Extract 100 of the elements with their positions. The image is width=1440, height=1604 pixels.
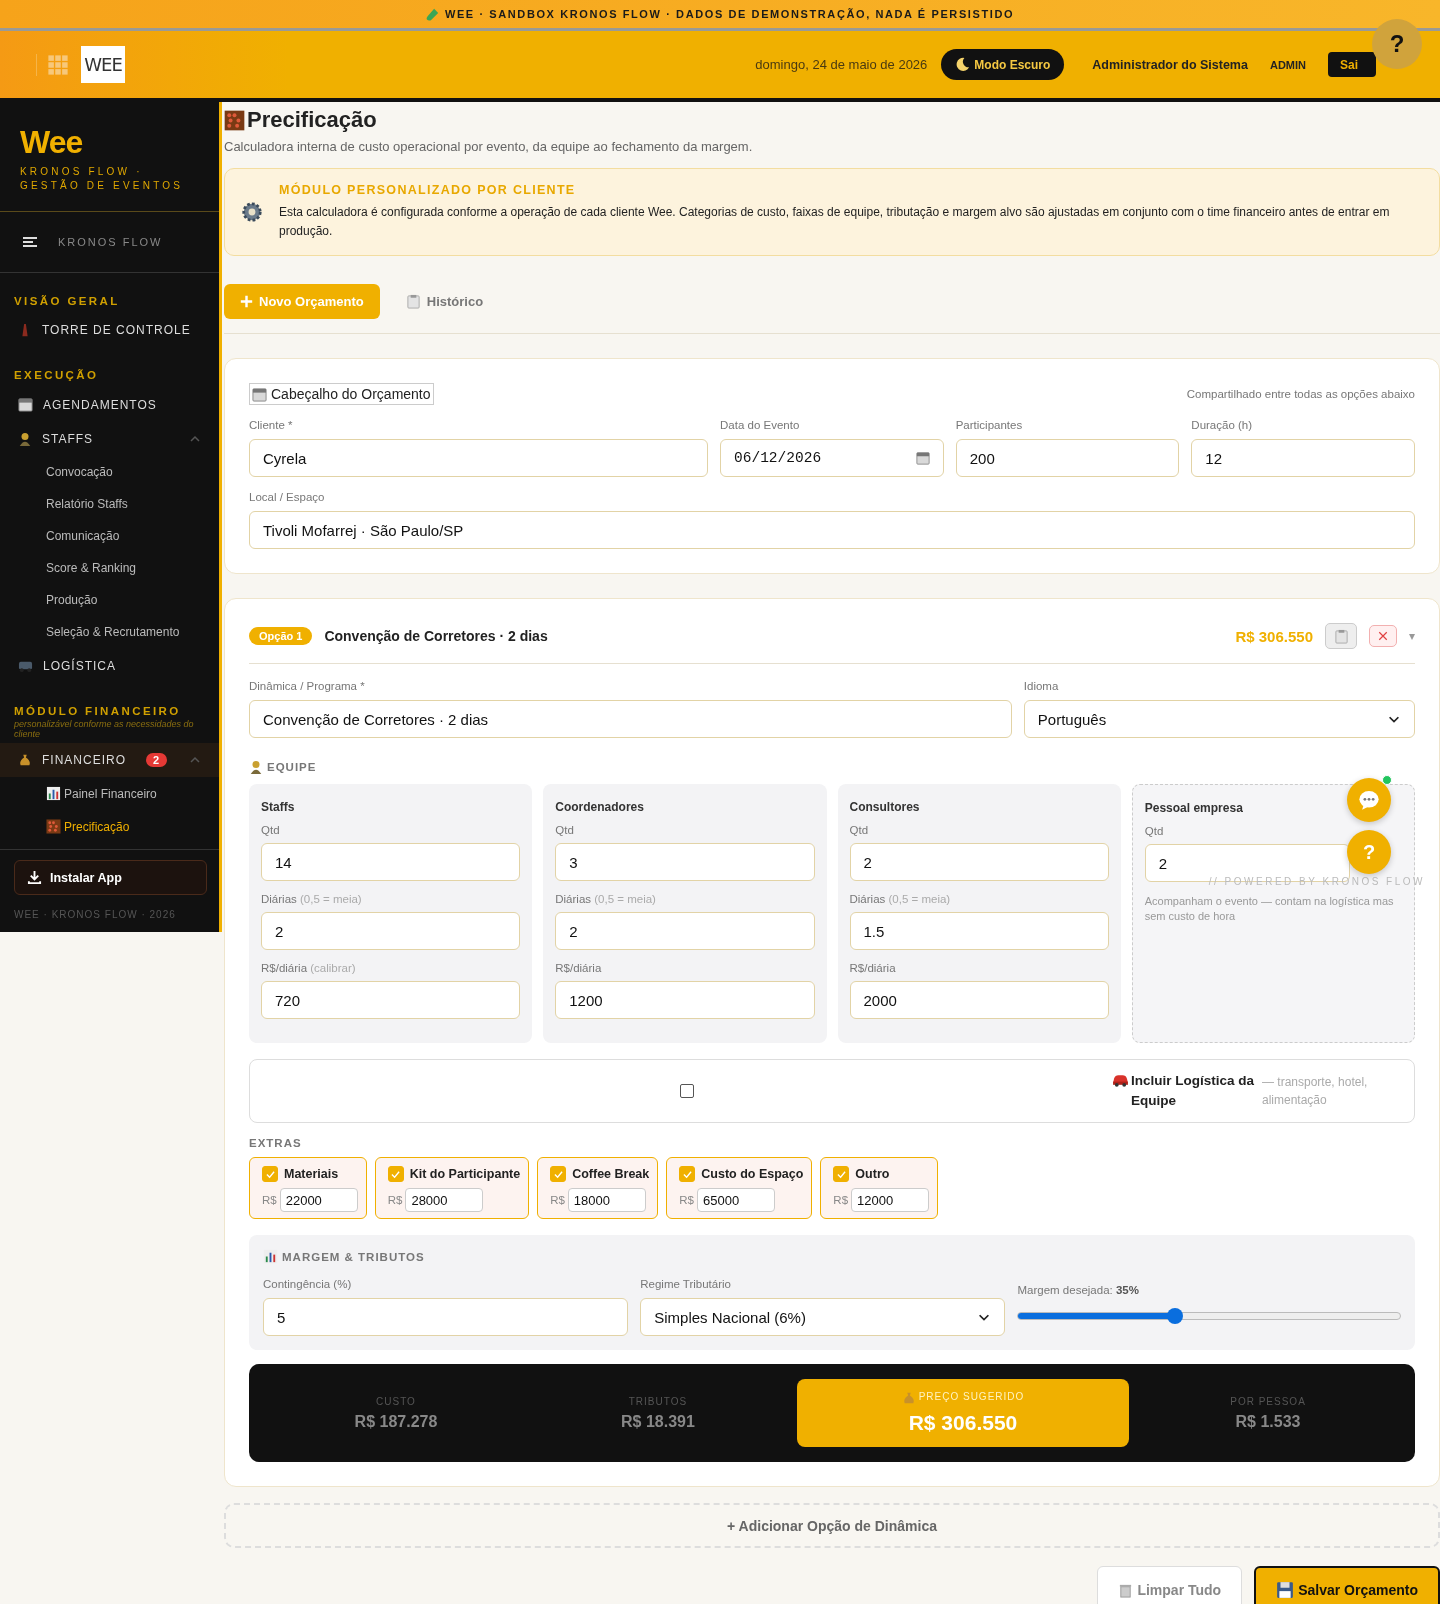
- clear-button[interactable]: Limpar Tudo: [1097, 1566, 1243, 1604]
- extra-label: Outro: [855, 1167, 890, 1181]
- tab[interactable]: Histórico: [389, 284, 500, 319]
- role-name: Staffs: [261, 800, 296, 814]
- number-field[interactable]: 720: [261, 981, 521, 1019]
- number-field[interactable]: 2000: [849, 981, 1109, 1019]
- remove-button[interactable]: [1369, 625, 1397, 647]
- nav-item[interactable]: AGENDAMENTOS: [0, 387, 219, 422]
- field-label: Qtd: [849, 824, 870, 836]
- currency-label: R$: [550, 1194, 565, 1206]
- test-tube-icon: [425, 7, 439, 21]
- extra-label: Kit do Participante: [409, 1167, 521, 1181]
- number-field[interactable]: 2: [261, 912, 521, 950]
- text-field[interactable]: 200: [955, 439, 1180, 477]
- tax-regime-select[interactable]: Simples Nacional (6%): [640, 1298, 1006, 1336]
- slider-thumb[interactable]: [1166, 1308, 1183, 1324]
- text-field[interactable]: Cyrela: [249, 439, 709, 477]
- field-label: Diárias (0,5 = meia): [261, 893, 363, 905]
- dark-mode-button[interactable]: Modo Escuro: [941, 49, 1065, 80]
- section-title: MARGEM & TRIBUTOS: [282, 1250, 425, 1263]
- date-field[interactable]: 06/12/2026: [720, 439, 944, 477]
- subnav-item[interactable]: Convocação: [0, 456, 219, 488]
- duplicate-button[interactable]: [1325, 623, 1357, 649]
- clipboard-icon: [1333, 628, 1349, 644]
- logout-button[interactable]: Sai: [1328, 52, 1376, 77]
- gear-icon: [241, 201, 263, 223]
- add-option-button[interactable]: + Adicionar Opção de Dinâmica: [224, 1503, 1440, 1548]
- subnav-item[interactable]: Score & Ranking: [0, 552, 219, 584]
- summary-label: POR PESSOA: [1230, 1395, 1306, 1407]
- worker-icon: [18, 432, 32, 446]
- section-heading: EXECUÇÃO: [13, 368, 100, 383]
- subnav-item[interactable]: Comunicação: [0, 520, 219, 552]
- subnav-item[interactable]: Relatório Staffs: [0, 488, 219, 520]
- subnav-item[interactable]: Produção: [0, 584, 219, 616]
- download-icon: [27, 870, 42, 885]
- nav-item[interactable]: TORRE DE CONTROLE: [0, 313, 219, 347]
- logo[interactable]: WEE: [81, 46, 125, 83]
- menu-label: KRONOS FLOW: [58, 236, 163, 248]
- field-label: Data do Evento: [720, 419, 801, 431]
- calendar-icon: [252, 386, 267, 402]
- extra-label: Coffee Break: [572, 1167, 650, 1181]
- amount-field[interactable]: 12000: [851, 1188, 930, 1212]
- sidebar-footer: WEE · KRONOS FLOW · 2026: [0, 895, 219, 920]
- summary-value: R$ 18.391: [620, 1412, 696, 1431]
- checkbox[interactable]: [679, 1166, 696, 1182]
- currency-label: R$: [679, 1194, 694, 1206]
- number-field[interactable]: 1.5: [849, 912, 1109, 950]
- check-icon: [836, 1169, 846, 1179]
- amount-field[interactable]: 65000: [696, 1188, 775, 1212]
- text-field[interactable]: Tivoli Mofarrej · São Paulo/SP: [249, 511, 1415, 549]
- page-subtitle: Calculadora interna de custo operacional por evento, da equipe ao fechamento da margem.: [224, 139, 754, 154]
- section-subtitle: personalizável conforme as necessidades do cliente: [13, 719, 195, 741]
- amount-field[interactable]: 22000: [279, 1188, 358, 1212]
- currency-label: R$: [387, 1194, 403, 1206]
- number-field[interactable]: 14: [261, 843, 521, 881]
- nav-item[interactable]: STAFFS: [0, 422, 219, 456]
- check-icon: [265, 1169, 275, 1179]
- page-title: Precificação: [247, 107, 377, 133]
- checkbox[interactable]: [387, 1166, 404, 1182]
- amount-field[interactable]: 28000: [405, 1188, 484, 1212]
- nav-label: STAFFS: [42, 432, 95, 446]
- currency-label: R$: [833, 1194, 849, 1206]
- contingency-field[interactable]: 5: [263, 1298, 629, 1336]
- number-field[interactable]: 2: [555, 912, 815, 950]
- bar-chart-icon: [263, 1249, 278, 1264]
- field-label: Cliente *: [249, 419, 294, 431]
- chat-bubble-icon: [1358, 789, 1380, 811]
- subnav-item[interactable]: Painel Financeiro: [0, 777, 219, 810]
- count-badge: 2: [145, 753, 167, 767]
- field-label: Dinâmica / Programa *: [249, 680, 366, 692]
- nav-item[interactable]: LOGÍSTICA: [0, 648, 219, 683]
- amount-field[interactable]: 18000: [567, 1188, 646, 1212]
- nav-item[interactable]: FINANCEIRO 2: [0, 743, 219, 777]
- install-app-button[interactable]: Instalar App: [14, 860, 207, 895]
- role-name: Pessoal empresa: [1144, 801, 1244, 815]
- save-button[interactable]: Salvar Orçamento: [1254, 1566, 1440, 1604]
- nav-label: AGENDAMENTOS: [43, 397, 158, 412]
- checkbox[interactable]: [262, 1166, 278, 1182]
- summary-value: R$ 1.533: [1234, 1412, 1302, 1431]
- summary-label: CUSTO: [376, 1395, 416, 1407]
- field-label: Qtd: [261, 824, 281, 836]
- check-icon: [553, 1169, 563, 1179]
- currency-label: R$: [262, 1194, 277, 1206]
- subnav-item[interactable]: Precificação: [0, 810, 219, 843]
- user-role: ADMIN: [1269, 58, 1306, 71]
- section-heading: VISÃO GERAL: [13, 294, 121, 309]
- checkbox[interactable]: [680, 1084, 694, 1098]
- program-field[interactable]: Convenção de Corretores · 2 dias: [249, 700, 1012, 738]
- subnav-item[interactable]: Seleção & Recrutamento: [0, 616, 219, 648]
- field-label: Idioma: [1023, 680, 1060, 692]
- text-field[interactable]: 12: [1191, 439, 1415, 477]
- grid-icon: [47, 53, 69, 76]
- checkbox[interactable]: [550, 1166, 567, 1182]
- checkbox[interactable]: [833, 1166, 850, 1182]
- number-field[interactable]: 1200: [555, 981, 815, 1019]
- number-field[interactable]: 3: [555, 843, 815, 881]
- field-label: Contingência (%): [263, 1278, 353, 1290]
- number-field[interactable]: 2: [849, 843, 1109, 881]
- language-select[interactable]: Português: [1023, 700, 1415, 738]
- summary-label: PREÇO SUGERIDO: [918, 1391, 1025, 1404]
